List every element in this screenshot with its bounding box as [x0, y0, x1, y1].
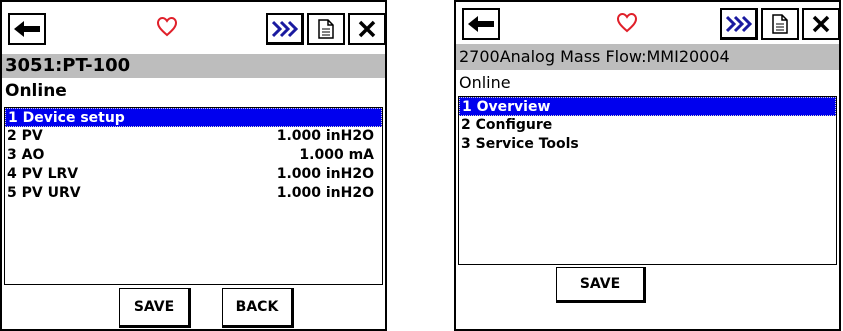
close-button[interactable] [348, 13, 386, 45]
menu-item-label: 1 Overview [462, 99, 551, 115]
back-arrow-icon [468, 16, 494, 32]
menu-item-label: 3 Service Tools [461, 136, 579, 152]
menu-item-label: 1 Device setup [8, 110, 125, 126]
back-arrow-icon [14, 21, 40, 37]
close-icon [812, 15, 830, 33]
fast-forward-icon [271, 20, 298, 37]
menu-item-value: 1.000 inH2O [276, 128, 374, 144]
connection-status: Online [5, 81, 67, 101]
document-button[interactable] [307, 13, 345, 45]
save-button[interactable]: SAVE [119, 288, 191, 328]
fast-forward-button[interactable] [266, 13, 304, 45]
back-button[interactable] [462, 8, 500, 40]
menu-item-pv-urv[interactable]: 5 PV URV 1.000 inH2O [5, 184, 382, 203]
menu-item-label: 5 PV URV [7, 185, 81, 201]
menu-item-label: 4 PV LRV [7, 166, 79, 182]
menu-item-pv[interactable]: 2 PV 1.000 inH2O [5, 127, 382, 146]
menu-item-configure[interactable]: 2 Configure [459, 116, 836, 135]
heart-icon[interactable] [616, 12, 638, 34]
connection-status: Online [459, 73, 511, 92]
save-button[interactable]: SAVE [556, 267, 646, 303]
menu-item-pv-lrv[interactable]: 4 PV LRV 1.000 inH2O [5, 165, 382, 184]
back-text-button[interactable]: BACK [222, 288, 294, 328]
document-icon [772, 14, 788, 34]
fast-forward-icon [725, 15, 752, 32]
device-screen-right: 2700Analog Mass Flow:MMI20004 Online 1 O… [454, 0, 841, 331]
close-button[interactable] [802, 8, 840, 40]
menu-item-value: 1.000 mA [299, 147, 374, 163]
menu-item-label: 2 PV [7, 128, 43, 144]
toolbar [456, 2, 840, 50]
menu-item-device-setup[interactable]: 1 Device setup [5, 108, 382, 127]
action-bar: SAVE BACK [2, 288, 385, 328]
menu-list: 1 Device setup 2 PV 1.000 inH2O 3 AO 1.0… [4, 107, 383, 285]
menu-item-value: 1.000 inH2O [276, 185, 374, 201]
device-tag: 2700Analog Mass Flow:MMI20004 [456, 44, 839, 70]
menu-item-value: 1.000 inH2O [276, 166, 374, 182]
menu-item-service-tools[interactable]: 3 Service Tools [459, 135, 836, 154]
toolbar [2, 2, 386, 50]
menu-list: 1 Overview 2 Configure 3 Service Tools [458, 96, 837, 265]
menu-item-label: 2 Configure [461, 117, 553, 133]
fast-forward-button[interactable] [720, 8, 758, 40]
menu-item-ao[interactable]: 3 AO 1.000 mA [5, 146, 382, 165]
device-screen-left: 3051:PT-100 Online 1 Device setup 2 PV 1… [0, 0, 387, 331]
action-bar: SAVE [456, 267, 839, 307]
back-button[interactable] [8, 13, 46, 45]
device-tag: 3051:PT-100 [2, 54, 385, 78]
document-button[interactable] [761, 8, 799, 40]
heart-icon[interactable] [156, 16, 178, 38]
menu-item-overview[interactable]: 1 Overview [459, 97, 836, 116]
document-icon [318, 19, 334, 39]
close-icon [358, 20, 376, 38]
menu-item-label: 3 AO [7, 147, 45, 163]
